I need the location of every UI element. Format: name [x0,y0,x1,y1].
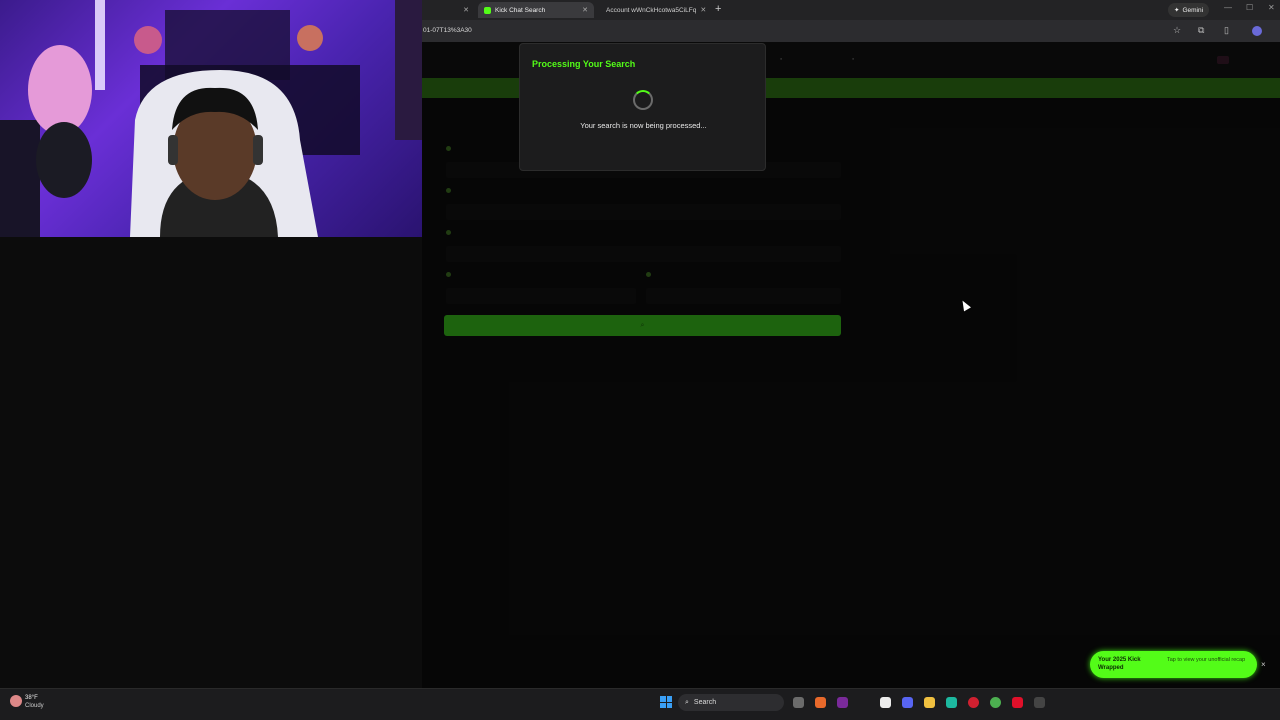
search-icon: ⌕ [685,698,689,706]
loading-spinner-icon [633,90,653,110]
taskbar-search[interactable]: ⌕ Search [678,694,784,711]
tab-label: Kick Chat Search [495,6,546,14]
url-field[interactable]: 01-07T13%3A30 [423,27,472,34]
task-view-icon[interactable] [793,697,804,708]
maximize-icon[interactable]: ☐ [1246,3,1253,12]
new-tab-button[interactable]: + [715,3,721,15]
modal-title: Processing Your Search [532,59,636,69]
app-icon-red[interactable] [1012,697,1023,708]
processing-modal: Processing Your Search Your search is no… [519,43,766,171]
close-icon[interactable]: ✕ [700,6,706,14]
close-icon[interactable]: ✕ [463,6,469,14]
extensions-icon[interactable]: ⧉ [1198,25,1204,36]
start-button-icon[interactable] [660,696,672,708]
toast-title: Your 2025 Kick Wrapped [1098,657,1141,671]
kick-favicon-icon [484,6,491,14]
app-icon-teal[interactable] [946,697,957,708]
gemini-button[interactable]: ✦ Gemini [1168,3,1210,17]
opera-icon[interactable] [968,697,979,708]
profile-avatar[interactable] [1252,26,1262,36]
tab-close-prev[interactable]: ✕ [455,2,475,18]
taskbar: 38°F Cloudy ⌕ Search [0,688,1280,720]
taskbar-search-label: Search [693,699,717,706]
kick-wrapped-toast[interactable]: Your 2025 Kick Wrapped Tap to view your … [1090,651,1257,678]
sparkle-icon: ✦ [1174,7,1180,14]
discord-icon[interactable] [902,697,913,708]
chrome-icon[interactable] [990,697,1001,708]
webcam-overlay [0,0,422,237]
webcam-image [0,0,422,237]
file-explorer-icon[interactable] [924,697,935,708]
screen: ▪ ▪ ⌕ ✕ Kick Chat Search ✕ Account wWnCk… [0,0,1280,720]
weather-icon [10,695,22,707]
tab-kick-chat-search[interactable]: Kick Chat Search ✕ [478,2,594,18]
close-icon[interactable]: ✕ [582,6,588,14]
weather-temperature[interactable]: 38°F [25,695,38,701]
toast-close-icon[interactable]: × [1261,660,1266,669]
tab-account[interactable]: Account wWnCkHcotwa5CiLFq ✕ [596,2,710,18]
app-icon-purple[interactable] [837,697,848,708]
close-window-icon[interactable]: ✕ [1268,3,1275,12]
app-icon-orange[interactable] [815,697,826,708]
star-icon[interactable]: ☆ [1173,25,1181,36]
minimize-icon[interactable]: — [1224,3,1232,12]
tab-label: Account wWnCkHcotwa5CiLFq [606,6,697,14]
gemini-label: Gemini [1182,6,1204,14]
toast-message: Tap to view your unofficial recap [1167,657,1246,663]
app-icon-tt[interactable] [880,697,891,708]
modal-message: Your search is now being processed... [580,121,707,130]
app-icon-obs[interactable] [1034,697,1045,708]
side-panel-icon[interactable]: ▯ [1224,25,1229,36]
weather-condition[interactable]: Cloudy [25,703,44,709]
